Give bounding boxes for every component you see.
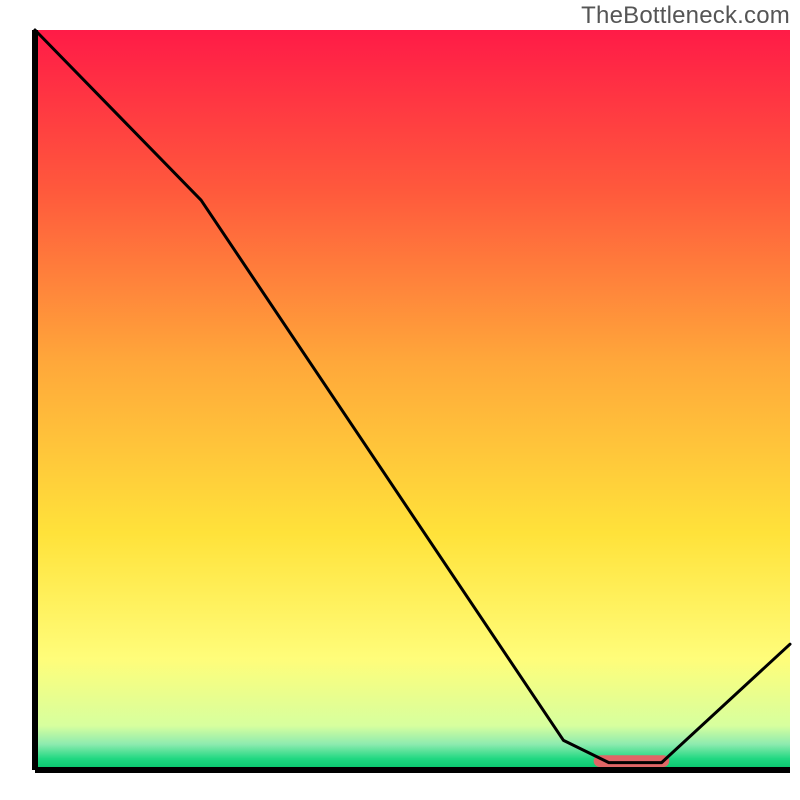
chart-gradient-background <box>35 30 790 770</box>
watermark-text: TheBottleneck.com <box>581 2 790 30</box>
bottleneck-chart <box>0 0 800 800</box>
chart-container: TheBottleneck.com <box>0 0 800 800</box>
